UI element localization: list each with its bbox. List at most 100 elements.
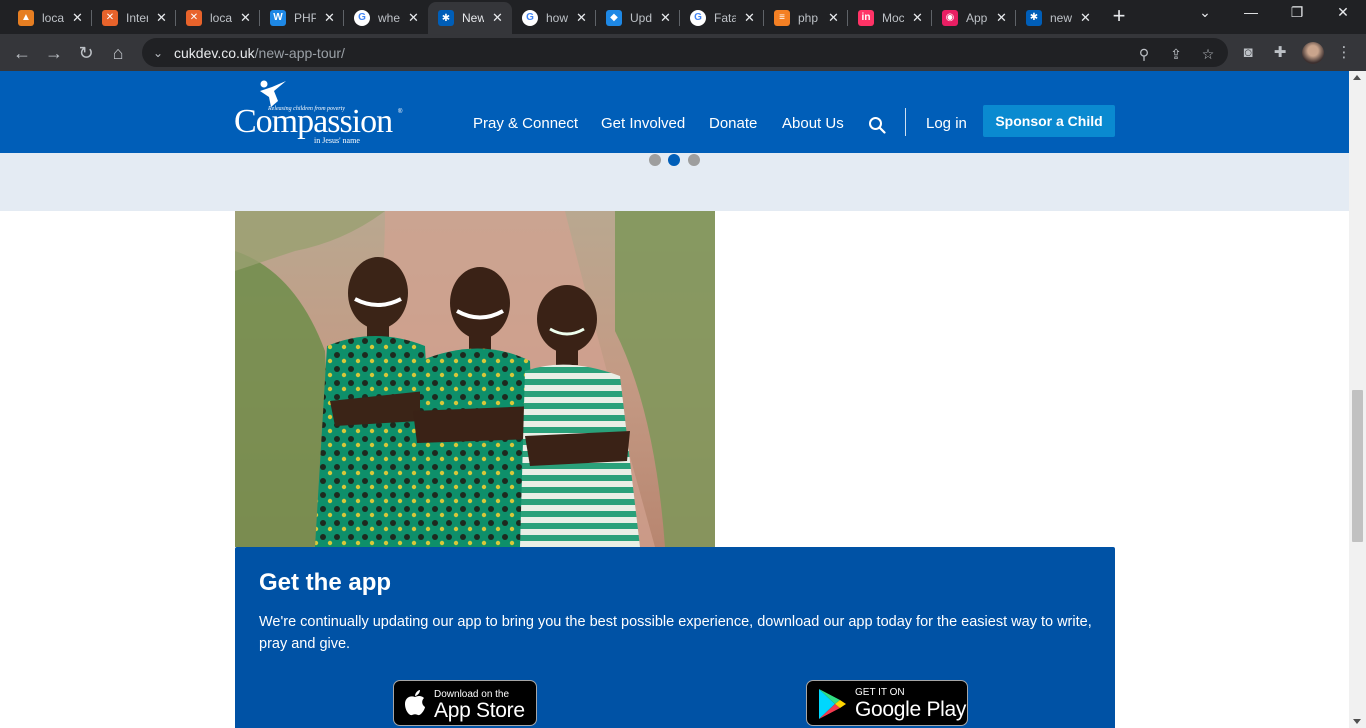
nav-donate[interactable]: Donate <box>709 115 757 132</box>
scroll-down-icon[interactable] <box>1353 719 1361 724</box>
tab-favicon-icon: ✱ <box>1026 9 1042 26</box>
tab-title: php <box>798 10 819 25</box>
tab-favicon-icon: W <box>270 9 286 26</box>
browser-tab[interactable]: ▲ localhost ✕ <box>8 5 92 30</box>
menu-kebab-icon[interactable]: ⋮ <box>1335 44 1353 62</box>
tab-title: where <box>378 10 400 25</box>
new-tab-button[interactable]: + <box>1108 5 1130 29</box>
tab-close-icon[interactable]: ✕ <box>576 10 587 26</box>
get-the-app-panel: Get the app We're continually updating o… <box>235 547 1115 728</box>
login-link[interactable]: Log in <box>926 115 967 132</box>
tab-favicon-icon: ✱ <box>438 10 454 26</box>
app-section-text: We're continually updating our app to br… <box>259 614 1092 652</box>
tab-close-icon[interactable]: ✕ <box>324 10 335 26</box>
url-domain: cukdev.co.uk <box>174 44 255 61</box>
page-viewport: Releasing children from poverty Compassi… <box>0 71 1349 728</box>
sponsor-a-child-button[interactable]: Sponsor a Child <box>983 105 1115 137</box>
site-info-icon[interactable]: ⌄ <box>150 46 166 60</box>
profile-avatar[interactable] <box>1302 42 1324 64</box>
nav-divider <box>905 108 906 136</box>
tab-favicon-icon: in <box>858 9 874 26</box>
browser-tab[interactable]: Ghow ✕ <box>512 5 596 30</box>
carousel-dot[interactable] <box>688 154 700 166</box>
tab-close-icon[interactable]: ✕ <box>492 10 503 26</box>
google-play-small-text: GET IT ON <box>855 687 905 698</box>
nav-about-us[interactable]: About Us <box>782 115 844 132</box>
google-play-icon <box>819 689 846 719</box>
tab-close-icon[interactable]: ✕ <box>996 10 1007 26</box>
camera-icon[interactable]: ◙ <box>1239 44 1257 62</box>
tab-title: new <box>1050 10 1072 25</box>
google-play-big-text: Google Play <box>855 698 967 721</box>
search-icon[interactable] <box>868 116 886 134</box>
tab-close-icon[interactable]: ✕ <box>240 10 251 26</box>
tab-title: Interface <box>126 10 148 25</box>
tab-title: how <box>546 10 568 25</box>
window-close-icon[interactable]: ✕ <box>1328 4 1358 21</box>
zoom-icon[interactable]: ⚲ <box>1136 46 1152 62</box>
tab-title: localhost <box>210 10 232 25</box>
tab-title: Fatal <box>714 10 736 25</box>
browser-tab[interactable]: ✱ new ✕ <box>1016 5 1100 30</box>
forward-icon[interactable]: → <box>42 41 66 65</box>
tab-favicon-icon: ≡ <box>774 9 790 26</box>
page-scrollbar[interactable] <box>1349 71 1366 728</box>
tab-title: New App Tour <box>462 11 484 25</box>
browser-tab[interactable]: Gwhere ✕ <box>344 5 428 30</box>
tab-favicon-icon: ◆ <box>606 9 622 26</box>
tab-favicon-icon: ✕ <box>186 9 202 26</box>
tab-title: PHP <box>294 10 316 25</box>
restore-icon[interactable]: ❐ <box>1282 4 1312 21</box>
tab-search-icon[interactable]: ⌄ <box>1190 4 1220 21</box>
browser-tab[interactable]: ✱ New App Tour ✕ <box>428 2 512 34</box>
back-icon[interactable]: ← <box>10 41 34 65</box>
carousel-dot[interactable] <box>668 154 680 166</box>
carousel-band <box>0 153 1349 211</box>
tab-close-icon[interactable]: ✕ <box>156 10 167 26</box>
tab-close-icon[interactable]: ✕ <box>1080 10 1091 26</box>
nav-pray-connect[interactable]: Pray & Connect <box>473 115 578 132</box>
app-section-title: Get the app <box>259 569 392 596</box>
url-path: /new-app-tour/ <box>254 44 345 61</box>
browser-tab[interactable]: ◆ Update ✕ <box>596 5 680 30</box>
browser-tab[interactable]: ✕ localhost ✕ <box>176 5 260 30</box>
site-header: Releasing children from poverty Compassi… <box>0 71 1349 153</box>
tab-close-icon[interactable]: ✕ <box>828 10 839 26</box>
browser-tab[interactable]: W PHP ✕ <box>260 5 344 30</box>
address-bar[interactable]: ⌄ cukdev.co.uk/new-app-tour/ ⚲ ⇪ ☆ <box>142 38 1228 67</box>
tab-favicon-icon: G <box>522 9 538 26</box>
browser-tab[interactable]: in Mock ✕ <box>848 5 932 30</box>
app-store-big-text: App Store <box>434 699 525 722</box>
app-store-button[interactable]: Download on the App Store <box>393 680 537 726</box>
url-text[interactable]: cukdev.co.uk/new-app-tour/ <box>174 45 345 61</box>
share-icon[interactable]: ⇪ <box>1168 46 1184 62</box>
scroll-up-icon[interactable] <box>1353 75 1361 80</box>
scrollbar-thumb[interactable] <box>1352 390 1363 542</box>
logo-registered-mark: ® <box>398 109 403 115</box>
tab-close-icon[interactable]: ✕ <box>912 10 923 26</box>
tab-favicon-icon: G <box>354 9 370 26</box>
home-icon[interactable]: ⌂ <box>106 41 130 65</box>
nav-get-involved[interactable]: Get Involved <box>601 115 685 132</box>
reload-icon[interactable]: ↻ <box>74 41 98 65</box>
browser-tab[interactable]: ✕ Interface ✕ <box>92 5 176 30</box>
compassion-logo[interactable]: Releasing children from poverty Compassi… <box>234 79 406 145</box>
tab-favicon-icon: ✕ <box>102 9 118 26</box>
carousel-dot[interactable] <box>649 154 661 166</box>
extensions-icon[interactable]: ✚ <box>1271 44 1289 62</box>
google-play-button[interactable]: GET IT ON Google Play <box>806 680 968 726</box>
browser-tab[interactable]: ≡ php ✕ <box>764 5 848 30</box>
minimize-icon[interactable]: — <box>1236 4 1266 20</box>
tab-close-icon[interactable]: ✕ <box>744 10 755 26</box>
tab-close-icon[interactable]: ✕ <box>408 10 419 26</box>
bookmark-star-icon[interactable]: ☆ <box>1200 46 1216 62</box>
browser-tab[interactable]: G Fatal ✕ <box>680 5 764 30</box>
tab-close-icon[interactable]: ✕ <box>72 10 83 26</box>
tab-favicon-icon: ▲ <box>18 9 34 26</box>
browser-toolbar: ← → ↻ ⌂ ⌄ cukdev.co.uk/new-app-tour/ ⚲ ⇪… <box>0 34 1366 71</box>
browser-tab[interactable]: ◉ App ✕ <box>932 5 1016 30</box>
tab-title: Mock <box>882 10 904 25</box>
tab-favicon-icon: G <box>690 9 706 26</box>
tab-close-icon[interactable]: ✕ <box>660 10 671 26</box>
tab-title: localhost <box>42 10 64 25</box>
